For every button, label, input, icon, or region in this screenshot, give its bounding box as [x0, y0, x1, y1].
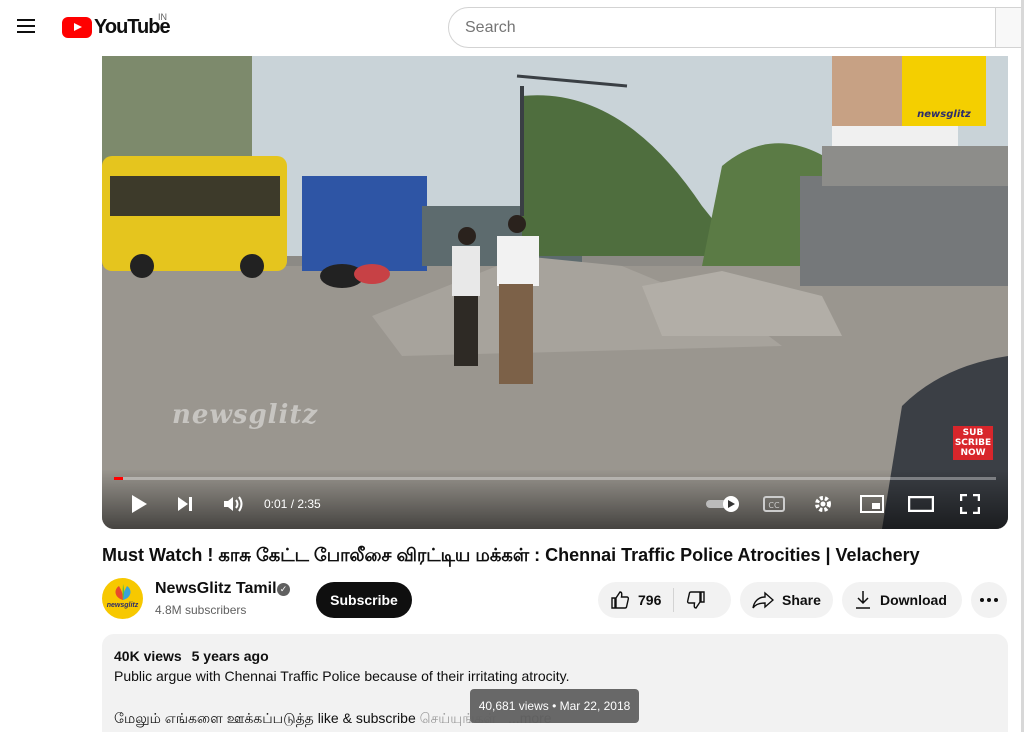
newsglitz-logo-sign: newsglitz — [902, 56, 986, 126]
download-icon — [856, 591, 870, 609]
svg-text:CC: CC — [768, 501, 780, 510]
video-player[interactable]: newsglitz newsglitz SUB SCRIBE NOW 0:01 … — [102, 56, 1008, 529]
fullscreen-icon[interactable] — [958, 492, 982, 516]
video-frame — [102, 56, 1008, 529]
download-label: Download — [880, 592, 947, 608]
country-code: IN — [158, 12, 167, 22]
autoplay-toggle[interactable] — [704, 492, 742, 516]
view-count: 40K views — [114, 648, 182, 664]
progress-fill — [114, 477, 123, 480]
captions-icon[interactable]: CC — [762, 492, 786, 516]
more-dots-icon — [980, 598, 998, 602]
badge-line: NOW — [960, 448, 986, 458]
share-label: Share — [782, 592, 821, 608]
youtube-logo[interactable]: YouTube — [62, 16, 171, 38]
share-button[interactable]: Share — [740, 582, 833, 618]
video-title: Must Watch ! காசு கேட்ட போலீசை விரட்டிய … — [102, 545, 920, 565]
progress-bar[interactable] — [114, 477, 996, 480]
badge-line: SUB — [962, 428, 984, 438]
upload-age: 5 years ago — [191, 648, 269, 664]
like-button[interactable]: 796 — [598, 588, 675, 612]
subscriber-count: 4.8M subscribers — [155, 603, 247, 617]
description-text: மேலும் எங்களை ஊக்கப்படுத்த like & subscr… — [114, 710, 416, 726]
like-count: 796 — [638, 592, 662, 608]
share-icon — [752, 591, 774, 609]
play-icon[interactable] — [128, 492, 150, 516]
time-display: 0:01 / 2:35 — [264, 497, 321, 511]
subscribe-now-badge: SUB SCRIBE NOW — [953, 426, 993, 460]
thumbs-up-icon — [611, 591, 630, 609]
channel-name[interactable]: NewsGlitz Tamil — [155, 580, 277, 598]
volume-icon[interactable] — [222, 492, 246, 516]
channel-avatar[interactable]: newsglitz — [102, 578, 143, 619]
miniplayer-icon[interactable] — [859, 492, 885, 516]
search-input[interactable] — [465, 18, 995, 37]
subscribe-button[interactable]: Subscribe — [316, 582, 412, 618]
more-actions-button[interactable] — [971, 582, 1007, 618]
theater-mode-icon[interactable] — [907, 492, 935, 516]
search-button[interactable] — [995, 7, 1024, 48]
video-watermark: newsglitz — [172, 400, 319, 430]
next-icon[interactable] — [174, 492, 196, 516]
youtube-play-icon — [62, 16, 92, 38]
top-bar: YouTube IN — [0, 0, 1024, 56]
like-dislike-group: 796 — [598, 582, 731, 618]
download-button[interactable]: Download — [842, 582, 962, 618]
brand-sign-text: newsglitz — [917, 109, 971, 120]
thumbs-down-icon — [687, 591, 706, 609]
description-line: Public argue with Chennai Traffic Police… — [114, 668, 570, 684]
description-stats: 40K views 5 years ago — [114, 648, 996, 664]
badge-line: SCRIBE — [954, 438, 992, 448]
views-date-tooltip: 40,681 views • Mar 22, 2018 — [470, 689, 639, 723]
verified-check-icon: ✓ — [277, 583, 290, 596]
dislike-button[interactable] — [674, 590, 706, 610]
settings-gear-icon[interactable] — [811, 492, 835, 516]
avatar-text: newsglitz — [106, 602, 139, 609]
menu-icon[interactable] — [12, 12, 40, 40]
search-box[interactable] — [448, 7, 996, 48]
